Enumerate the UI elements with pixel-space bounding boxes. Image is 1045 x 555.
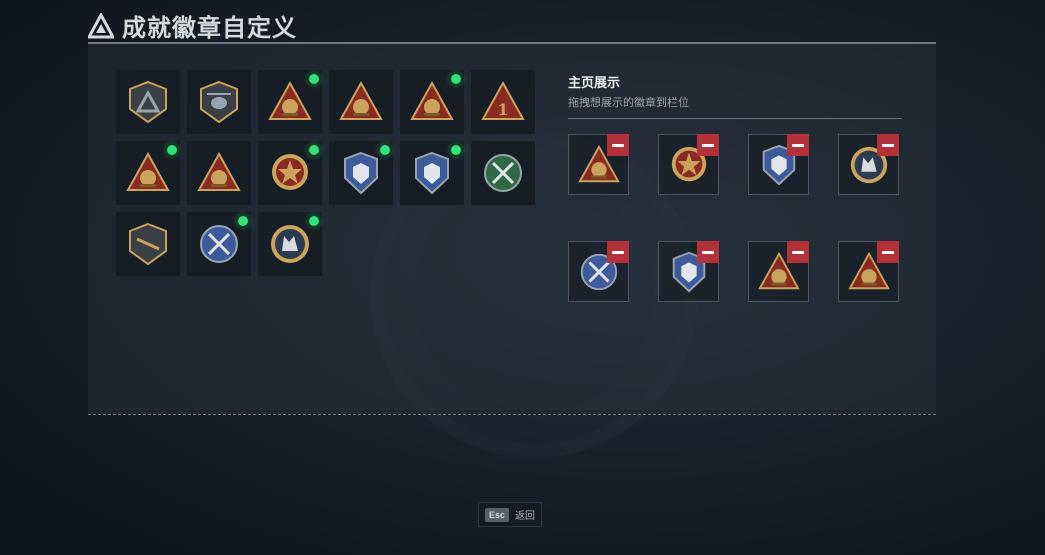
badge-cell[interactable] — [187, 70, 251, 134]
triangle-logo-icon — [88, 12, 114, 38]
new-indicator-dot — [309, 145, 319, 155]
minus-icon — [792, 143, 804, 147]
remove-button[interactable] — [697, 134, 719, 156]
back-label: 返回 — [515, 511, 536, 522]
badge-cell[interactable] — [116, 70, 180, 134]
badge-cell[interactable] — [471, 141, 535, 205]
showcase-slot[interactable] — [658, 241, 719, 302]
minus-icon — [882, 143, 894, 147]
badge-cell[interactable] — [400, 70, 464, 134]
wolf-round-badge-icon — [271, 225, 309, 263]
showcase-slot[interactable] — [568, 241, 629, 302]
showcase-slot[interactable] — [838, 241, 899, 302]
minus-icon — [702, 143, 714, 147]
badge-cell[interactable] — [187, 141, 251, 205]
helicopter-badge-icon — [200, 80, 238, 124]
badge-cell[interactable] — [116, 212, 180, 276]
shield-rifle-badge-icon — [129, 222, 167, 266]
showcase-slot[interactable] — [568, 134, 629, 195]
minus-icon — [882, 250, 894, 254]
new-indicator-dot — [238, 216, 248, 226]
new-indicator-dot — [309, 74, 319, 84]
gold-triangle-emblem-badge-icon — [126, 151, 170, 191]
new-indicator-dot — [167, 145, 177, 155]
badge-cell[interactable] — [187, 212, 251, 276]
red-triangle-number-one-badge-icon: 1 — [481, 80, 525, 120]
badge-cell[interactable]: 1 — [471, 70, 535, 134]
showcase-slot[interactable] — [658, 134, 719, 195]
new-indicator-dot — [309, 216, 319, 226]
shield-triangle-badge-icon — [129, 80, 167, 124]
header: 成就徽章自定义 — [88, 8, 297, 43]
badge-cell[interactable] — [258, 70, 322, 134]
badge-cell[interactable] — [400, 141, 464, 205]
blue-eagle-shield-badge-icon — [415, 151, 449, 195]
showcase-slots — [568, 134, 899, 302]
new-indicator-dot — [380, 145, 390, 155]
badge-cell[interactable] — [258, 212, 322, 276]
divider — [568, 118, 902, 119]
gold-triangle-squad-badge-icon — [197, 151, 241, 191]
remove-button[interactable] — [787, 134, 809, 156]
showcase-header: 主页展示 拖拽想展示的徽章到栏位 — [568, 72, 902, 119]
remove-button[interactable] — [607, 134, 629, 156]
showcase-slot[interactable] — [748, 134, 809, 195]
gold-triangle-soldiers-badge-icon — [339, 80, 383, 120]
new-indicator-dot — [451, 145, 461, 155]
red-star-medal-badge-icon — [272, 154, 308, 190]
page-title: 成就徽章自定义 — [122, 15, 297, 42]
badge-cell[interactable] — [258, 141, 322, 205]
green-crossed-rifles-badge-icon — [484, 154, 522, 192]
minus-icon — [612, 250, 624, 254]
minus-icon — [792, 250, 804, 254]
remove-button[interactable] — [877, 241, 899, 263]
remove-button[interactable] — [787, 241, 809, 263]
minus-icon — [702, 250, 714, 254]
badge-inventory-grid: 1 — [116, 70, 535, 276]
minus-icon — [612, 143, 624, 147]
esc-key-hint: Esc — [485, 507, 510, 522]
blue-police-shield-badge-icon — [344, 151, 378, 195]
remove-button[interactable] — [697, 241, 719, 263]
showcase-title: 主页展示 — [568, 75, 621, 90]
showcase-subtitle: 拖拽想展示的徽章到栏位 — [568, 97, 689, 109]
new-indicator-dot — [451, 74, 461, 84]
badge-cell[interactable] — [329, 141, 393, 205]
badge-cell[interactable] — [329, 70, 393, 134]
badge-panel: 1 主页展示 拖拽想展示的徽章到栏位 — [88, 42, 936, 415]
showcase-slot[interactable] — [748, 241, 809, 302]
gold-triangle-gate-badge-icon — [268, 80, 312, 120]
showcase-slot[interactable] — [838, 134, 899, 195]
svg-text:1: 1 — [497, 100, 508, 119]
blue-crossed-rifles-badge-icon — [200, 225, 238, 263]
back-button[interactable]: Esc 返回 — [478, 502, 543, 527]
remove-button[interactable] — [607, 241, 629, 263]
gold-triangle-helmet-badge-icon — [410, 80, 454, 120]
badge-cell[interactable] — [116, 141, 180, 205]
remove-button[interactable] — [877, 134, 899, 156]
